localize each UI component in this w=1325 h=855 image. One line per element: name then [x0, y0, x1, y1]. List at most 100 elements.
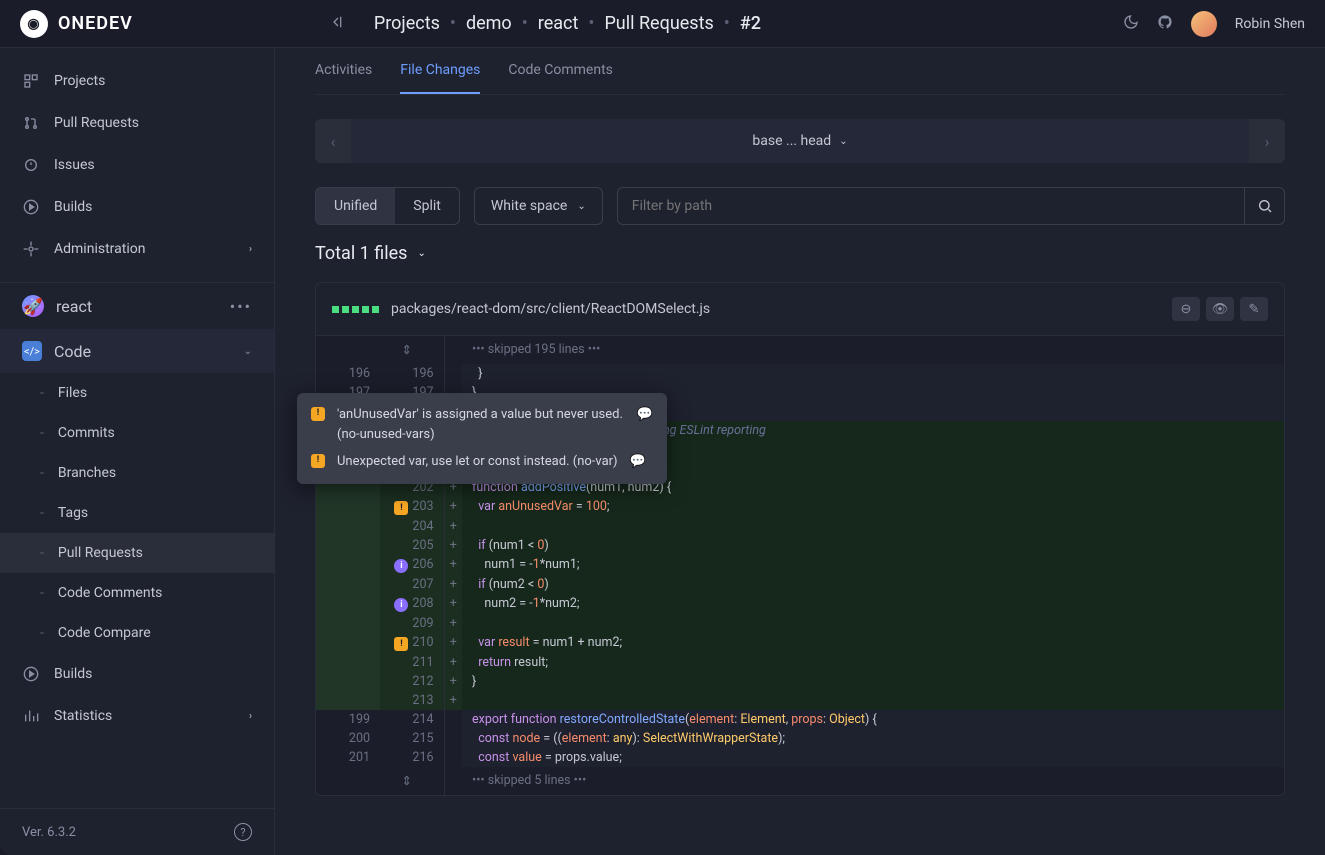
sub-item-label: Commits — [58, 425, 115, 441]
line-number-new: 205 — [380, 536, 444, 555]
tab-file-changes[interactable]: File Changes — [400, 62, 480, 94]
sidebar-item-builds[interactable]: Builds — [0, 186, 274, 228]
breadcrumb-react[interactable]: react — [538, 13, 579, 34]
diff-sign — [444, 710, 462, 729]
sidebar-item-builds-project[interactable]: Builds — [0, 653, 274, 695]
code-row: 213+ — [316, 691, 1284, 710]
expand-lines-button[interactable]: ⇕ — [380, 336, 444, 364]
skip-label: ••• skipped 195 lines ••• — [462, 336, 1284, 364]
sidebar-item-label: Administration — [54, 241, 145, 257]
sidebar-item-projects[interactable]: Projects — [0, 60, 274, 102]
code-content[interactable] — [462, 691, 1284, 710]
sidebar-sub-branches[interactable]: -Branches — [0, 453, 274, 493]
diff-sign: + — [444, 575, 462, 594]
code-content[interactable]: } — [462, 364, 1284, 383]
line-number-old — [316, 691, 380, 710]
code-row: 209+ — [316, 614, 1284, 633]
code-row: 201216 const value = props.value; — [316, 748, 1284, 767]
line-number-old — [316, 517, 380, 536]
breadcrumb: Projects • demo • react • Pull Requests … — [374, 13, 761, 34]
breadcrumb-projects[interactable]: Projects — [374, 13, 440, 34]
code-content[interactable] — [462, 614, 1284, 633]
unified-button[interactable]: Unified — [316, 188, 395, 224]
code-content[interactable]: export function restoreControlledState(e… — [462, 710, 1284, 729]
code-content[interactable]: const node = ((element: any): SelectWith… — [462, 729, 1284, 748]
sidebar-sub-files[interactable]: -Files — [0, 373, 274, 413]
filter-wrapper — [617, 187, 1285, 225]
warning-icon[interactable]: ! — [394, 501, 408, 515]
chevron-down-icon: ⌄ — [244, 346, 252, 357]
sidebar-item-pull-requests[interactable]: Pull Requests — [0, 102, 274, 144]
whitespace-dropdown[interactable]: White space ⌄ — [474, 187, 603, 225]
code-content[interactable]: return result; — [462, 653, 1284, 672]
code-content[interactable]: var anUnusedVar = 100; — [462, 497, 1284, 517]
code-content[interactable]: if (num2 < 0) — [462, 575, 1284, 594]
split-button[interactable]: Split — [395, 188, 459, 224]
filter-by-path-input[interactable] — [618, 188, 1244, 224]
file-path[interactable]: packages/react-dom/src/client/ReactDOMSe… — [391, 301, 710, 317]
code-row: !210+ var result = num1 + num2; — [316, 633, 1284, 653]
toggle-view-button[interactable]: 👁 — [1206, 297, 1234, 321]
code-row: i206+ num1 = -1*num1; — [316, 555, 1284, 575]
sidebar-item-administration[interactable]: Administration› — [0, 228, 274, 270]
tab-code-comments[interactable]: Code Comments — [508, 62, 613, 94]
sidebar-sub-tags[interactable]: -Tags — [0, 493, 274, 533]
sidebar-item-statistics[interactable]: Statistics› — [0, 695, 274, 737]
sidebar-item-issues[interactable]: Issues — [0, 144, 274, 186]
info-icon[interactable]: i — [394, 598, 408, 612]
breadcrumb-demo[interactable]: demo — [466, 13, 512, 34]
info-icon[interactable]: i — [394, 559, 408, 573]
code-content[interactable] — [462, 517, 1284, 536]
collapse-sidebar-button[interactable] — [328, 14, 344, 34]
project-header[interactable]: 🚀 react ••• — [0, 282, 274, 329]
app-logo[interactable]: ◉ ONEDEV — [20, 10, 133, 38]
avatar[interactable] — [1191, 11, 1217, 37]
line-number-new: i208 — [380, 594, 444, 614]
next-diff-button[interactable]: › — [1249, 119, 1285, 163]
sidebar-sub-code-comments[interactable]: -Code Comments — [0, 573, 274, 613]
line-number-old — [316, 653, 380, 672]
sidebar-item-label: Statistics — [54, 708, 112, 724]
diff-indicator — [332, 306, 379, 313]
sidebar-footer: Ver. 6.3.2 ? — [0, 808, 274, 855]
dash-icon: - — [40, 625, 44, 641]
warning-icon[interactable]: ! — [394, 637, 408, 651]
diff-range-selector[interactable]: base ... head ⌄ — [351, 119, 1249, 163]
pull-request-icon — [22, 114, 40, 132]
prev-diff-button[interactable]: ‹ — [315, 119, 351, 163]
breadcrumb-pull-requests[interactable]: Pull Requests — [604, 13, 713, 34]
total-files-toggle[interactable]: Total 1 files ⌄ — [315, 243, 1285, 264]
code-content[interactable]: const value = props.value; — [462, 748, 1284, 767]
search-button[interactable] — [1244, 188, 1284, 224]
chevron-down-icon: ⌄ — [839, 136, 847, 147]
warning-icon: ! — [311, 407, 325, 421]
sidebar-code-section[interactable]: </> Code ⌄ — [0, 329, 274, 373]
code-content[interactable]: num1 = -1*num1; — [462, 555, 1284, 575]
edit-file-button[interactable]: ✎ — [1240, 297, 1268, 321]
username[interactable]: Robin Shen — [1235, 16, 1305, 32]
sidebar-item-label: Projects — [54, 73, 105, 89]
line-number-new: 209 — [380, 614, 444, 633]
code-icon: </> — [22, 341, 42, 361]
sidebar-sub-pull-requests[interactable]: -Pull Requests — [0, 533, 274, 573]
code-content[interactable]: num2 = -1*num2; — [462, 594, 1284, 614]
github-icon[interactable] — [1157, 14, 1173, 34]
sidebar-sub-commits[interactable]: -Commits — [0, 413, 274, 453]
code-content[interactable]: } — [462, 672, 1284, 691]
comment-icon[interactable]: 💬 — [637, 405, 653, 425]
breadcrumb-sep: • — [522, 13, 528, 34]
code-content[interactable]: if (num1 < 0) — [462, 536, 1284, 555]
comment-icon[interactable]: 💬 — [630, 452, 646, 472]
theme-toggle-icon[interactable] — [1123, 14, 1139, 34]
diff-sign: + — [444, 594, 462, 614]
help-button[interactable]: ? — [234, 823, 252, 841]
view-options-button[interactable]: ⊖ — [1172, 297, 1200, 321]
tab-activities[interactable]: Activities — [315, 62, 372, 94]
version-label: Ver. 6.3.2 — [22, 825, 76, 840]
code-content[interactable]: var result = num1 + num2; — [462, 633, 1284, 653]
sidebar-sub-code-compare[interactable]: -Code Compare — [0, 613, 274, 653]
code-row: i208+ num2 = -1*num2; — [316, 594, 1284, 614]
expand-lines-button[interactable]: ⇕ — [380, 767, 444, 795]
lint-tooltip: ! 'anUnusedVar' is assigned a value but … — [297, 393, 667, 484]
project-menu-button[interactable]: ••• — [230, 297, 252, 316]
